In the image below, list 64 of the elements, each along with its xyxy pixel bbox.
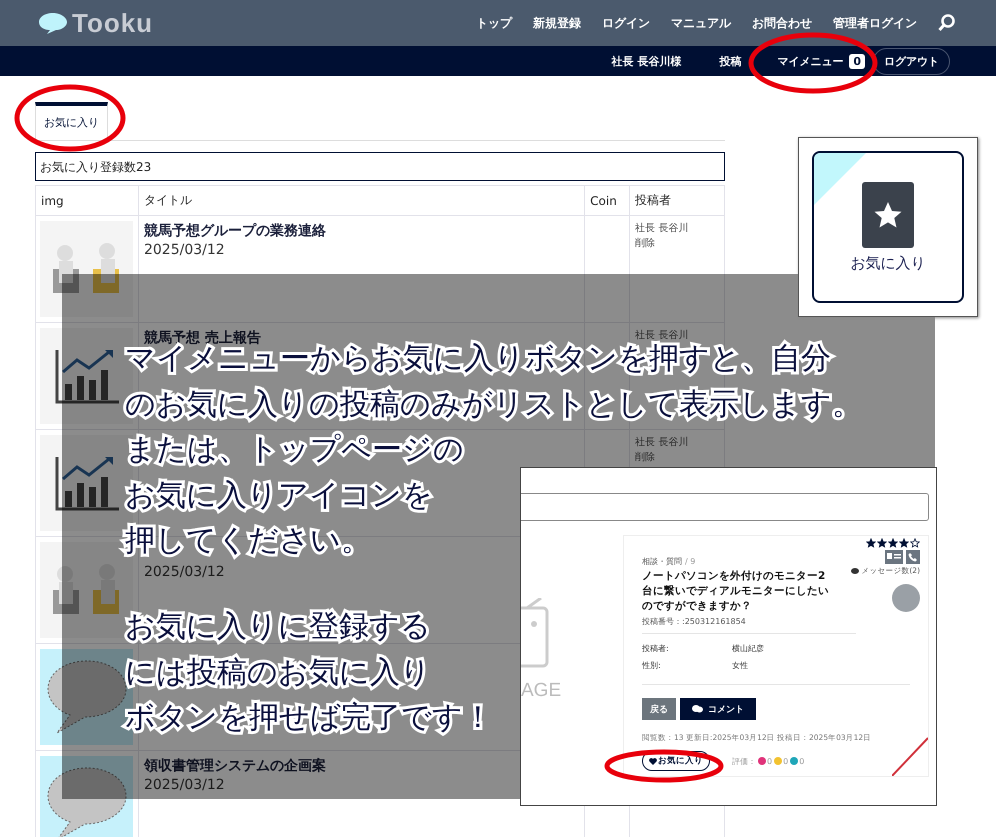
no-image-text: AGE <box>521 680 562 702</box>
rating-label: 評価： <box>732 756 756 766</box>
instruction-text: のお気に入りの投稿のみがリストとして表示します。 <box>125 388 862 422</box>
instruction-text: ボタンを押せば完了です！ <box>125 701 493 735</box>
favorite-count: お気に入り登録数23 <box>35 152 725 181</box>
chat-icon <box>692 705 703 713</box>
instruction-text: には投稿のお気に入り <box>125 656 431 690</box>
instruction-text: お気に入りに登録する <box>125 610 431 644</box>
category-label: 相談・質問 <box>642 556 682 567</box>
post-date: 2025/03/12 <box>144 777 226 793</box>
column-header: Coin <box>584 186 630 216</box>
field-label: 性別: <box>642 660 662 671</box>
corner-triangle <box>814 153 866 205</box>
delete-link[interactable]: 削除 <box>635 450 719 465</box>
rating-count: 0 <box>783 756 788 766</box>
tv-icon <box>521 598 549 670</box>
logo-text: Tooku <box>72 8 154 38</box>
input-field[interactable] <box>521 493 929 521</box>
author-name: 社長 長谷川 <box>635 222 690 236</box>
id-card-icon[interactable] <box>885 550 903 564</box>
diagonal-line <box>892 736 928 776</box>
tab[interactable]: お気に入り <box>35 102 108 140</box>
logout-button[interactable]: ログアウト <box>873 48 950 74</box>
rating-count: 0 <box>767 756 772 766</box>
speech-bubble-logo-icon <box>38 12 68 34</box>
column-header: 投稿者 <box>630 186 724 216</box>
post-link[interactable]: 投稿 <box>719 54 742 68</box>
rating-count: 0 <box>799 756 804 766</box>
category-count: / 9 <box>685 557 696 566</box>
instruction-text: または、トップページの <box>125 433 464 467</box>
favorite-tile[interactable]: お気に入り <box>812 151 964 303</box>
my-menu-link[interactable]: マイメニュー <box>777 54 844 68</box>
chat-icon <box>851 568 860 574</box>
post-number: 投稿番号：:250312161854 <box>642 616 747 627</box>
author-name: 社長 長谷川 <box>635 328 690 343</box>
nav-link[interactable]: マニュアル <box>671 14 731 32</box>
post-date: 2025/03/12 <box>144 242 226 258</box>
back-button[interactable]: 戻る <box>642 698 676 720</box>
count-badge: 0 <box>849 54 865 68</box>
instruction-text: 押してください。 <box>125 524 371 558</box>
nav-link[interactable]: ログイン <box>602 14 650 32</box>
field-value: 横山紀彦 <box>732 643 764 654</box>
nav-link[interactable]: お問合わせ <box>752 14 812 32</box>
delete-link[interactable]: 削除 <box>635 236 719 251</box>
field-label: 投稿者: <box>642 643 670 654</box>
tile-label: お気に入り <box>850 254 926 272</box>
comment-button[interactable]: コメント <box>680 698 756 720</box>
search-icon[interactable] <box>938 14 956 32</box>
user-name-link[interactable]: 社長 長谷川様 <box>612 54 682 68</box>
avatar <box>892 584 920 612</box>
author-name: 社長 長谷川 <box>635 436 690 450</box>
nav-link[interactable]: トップ <box>476 14 512 32</box>
speech-bubble-icon <box>40 756 133 837</box>
field-value: 女性 <box>732 660 748 671</box>
heart-icon <box>649 758 657 764</box>
instruction-text: お気に入りアイコンを <box>125 478 433 512</box>
phone-icon[interactable] <box>906 550 920 564</box>
column-header: タイトル <box>138 186 585 216</box>
post-title-link[interactable]: 競馬予想グループの業務連絡 <box>144 222 580 240</box>
nav-link[interactable]: 管理者ログイン <box>833 14 917 32</box>
column-header: img <box>36 186 138 216</box>
nav-link[interactable]: 新規登録 <box>533 14 581 32</box>
post-title: ノートパソコンを外付けのモニター2台に繋いでディアルモニターにしたいのですができますか？ <box>642 569 830 614</box>
post-date: 2025/03/12 <box>144 564 226 580</box>
